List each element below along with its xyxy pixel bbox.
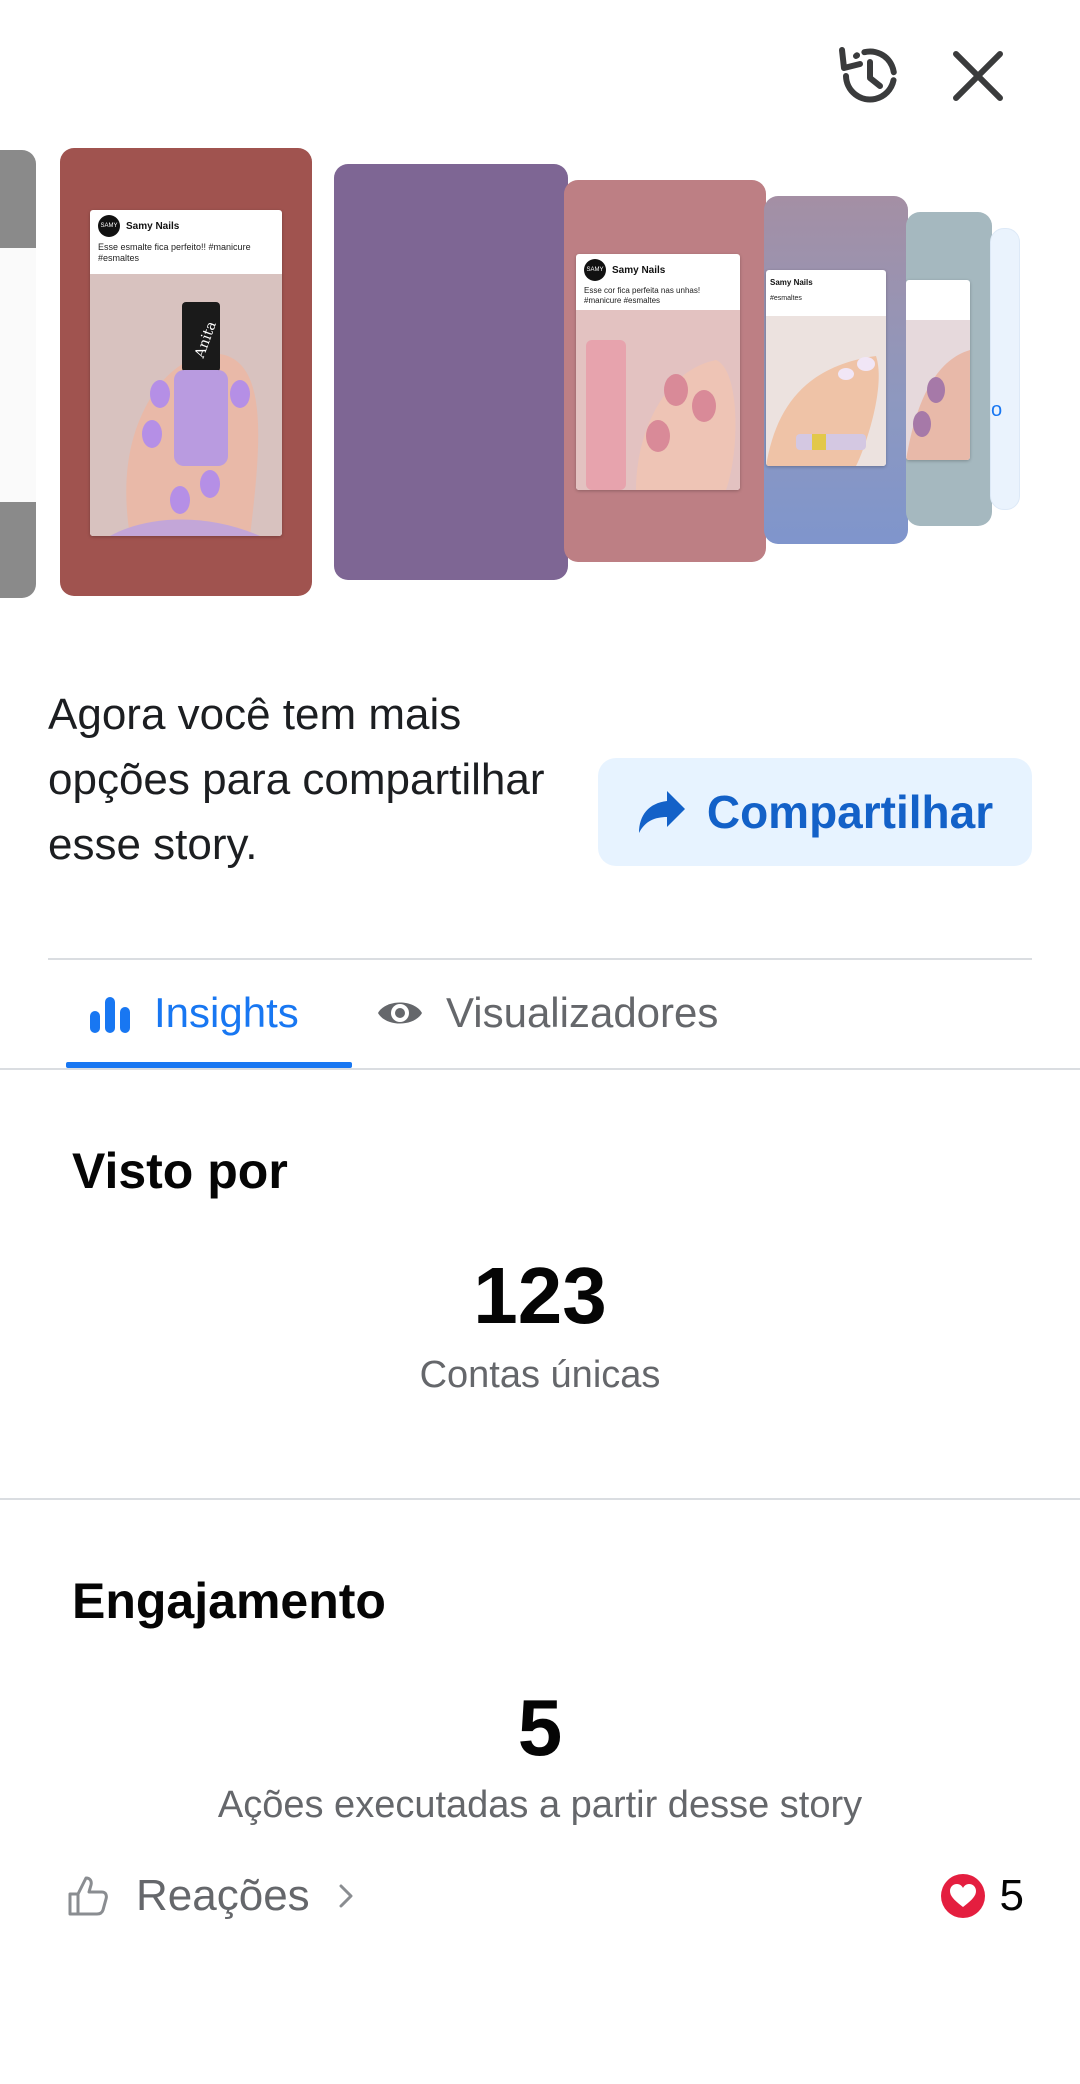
seen-by-label: Contas únicas <box>419 1354 661 1396</box>
divider <box>0 1068 1080 1070</box>
chevron-right-icon <box>339 1884 353 1908</box>
story-thumbnail-6[interactable]: o <box>990 228 1020 510</box>
story-post-photo <box>766 316 886 466</box>
reactions-count: 5 <box>999 1871 1024 1920</box>
story-thumbnail-active[interactable]: SAMY Samy Nails Esse esmalte fica perfei… <box>60 148 312 596</box>
story-post-card: SAMY Samy Nails Esse cor fica perfeita n… <box>576 254 740 490</box>
story-post-card <box>906 280 970 460</box>
share-prompt-text: Agora você tem mais opções para comparti… <box>48 690 545 869</box>
pink-nails-photo <box>576 310 740 490</box>
share-arrow-icon <box>638 791 685 833</box>
tab-viewers-label: Visualizadores <box>446 989 719 1036</box>
story-post-photo <box>576 310 740 490</box>
story-thumbnail-previous[interactable] <box>0 150 36 598</box>
story-post-card: Samy Nails #esmaltes <box>766 270 886 466</box>
story-post-header: Samy Nails <box>766 270 886 294</box>
reactions-label: Reações <box>136 1871 310 1920</box>
story-post-caption: #esmaltes <box>770 295 802 302</box>
story-post-caption: Esse esmalte fica perfeito!! #manicure #… <box>98 242 251 263</box>
story-post-card: SAMY Samy Nails Esse esmalte fica perfei… <box>90 210 282 536</box>
eye-icon <box>378 1002 422 1024</box>
story-post-user: Samy Nails <box>126 220 180 232</box>
bar-chart-icon <box>90 997 130 1033</box>
nail-polish-photo: Anita <box>90 274 282 536</box>
purple-nails-photo <box>906 320 970 460</box>
story-post-photo <box>906 320 970 460</box>
heart-icon <box>940 1874 985 1918</box>
close-icon[interactable] <box>938 36 1018 116</box>
story-thumbnail-2[interactable] <box>334 164 568 580</box>
avatar: SAMY <box>98 215 120 237</box>
engagement-label: Ações executadas a partir desse story <box>217 1784 863 1826</box>
tab-bar: Insights Visualizadores <box>0 960 1080 1070</box>
story-thumbnail-5[interactable] <box>906 212 992 526</box>
story-post-header: SAMY Samy Nails <box>90 210 282 242</box>
seen-by-title: Visto por <box>72 1143 288 1199</box>
engagement-count: 5 <box>517 1683 563 1772</box>
tab-viewers[interactable]: Visualizadores <box>376 960 718 1066</box>
story-thumbnail-3[interactable]: SAMY Samy Nails Esse cor fica perfeita n… <box>564 180 766 562</box>
story-carousel[interactable]: SAMY Samy Nails Esse esmalte fica perfei… <box>0 140 1080 640</box>
story-post-user: Samy Nails <box>770 277 813 287</box>
tab-insights[interactable]: Insights <box>66 960 352 1066</box>
thumbs-up-icon <box>68 1876 108 1916</box>
reactions-summary: 5 <box>940 1862 1024 1930</box>
story-post-header: SAMY Samy Nails <box>576 254 740 286</box>
story-post-photo: Anita <box>90 274 282 536</box>
story-post-user: Samy Nails <box>612 264 666 276</box>
tab-insights-label: Insights <box>154 989 299 1036</box>
share-button-label: Compartilhar <box>706 786 994 838</box>
avatar: SAMY <box>584 259 606 281</box>
story-post-caption: Esse cor fica perfeita nas unhas! #manic… <box>584 286 701 305</box>
reactions-row[interactable]: Reações 5 <box>66 1862 1024 1930</box>
share-button[interactable]: Compartilhar <box>598 758 1032 866</box>
history-icon[interactable] <box>830 36 910 116</box>
story-thumbnail-letter: o <box>991 399 1003 421</box>
divider <box>0 1498 1080 1500</box>
seen-by-count: 123 <box>473 1251 607 1340</box>
feet-nails-photo <box>766 316 886 466</box>
engagement-title: Engajamento <box>72 1573 386 1629</box>
top-bar <box>0 0 1080 150</box>
story-thumbnail-4[interactable]: Samy Nails #esmaltes <box>764 196 908 544</box>
story-thumbnail-previous-content <box>0 248 36 502</box>
reactions-link[interactable]: Reações <box>66 1862 356 1930</box>
